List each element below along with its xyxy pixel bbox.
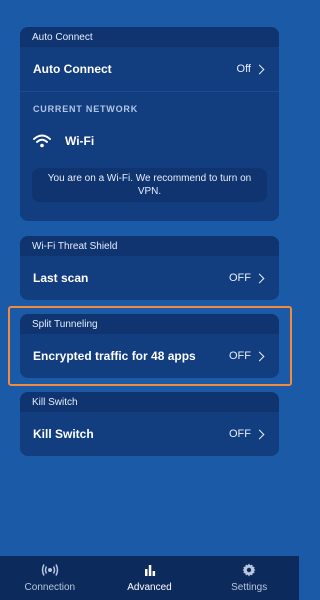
card-header: Kill Switch: [20, 392, 279, 412]
chevron-right-icon: [254, 64, 265, 74]
vpn-notice: You are on a Wi-Fi. We recommend to turn…: [32, 168, 267, 202]
kill-switch-row[interactable]: Kill Switch OFF: [20, 412, 279, 456]
nav-label: Settings: [231, 582, 268, 593]
nav-label: Connection: [24, 582, 76, 593]
card-header: Split Tunneling: [20, 314, 279, 334]
card-header: Auto Connect: [20, 27, 279, 47]
row-value: OFF: [229, 428, 265, 440]
bottom-nav: Connection Advanced Settings: [0, 556, 299, 600]
card-header: Wi-Fi Threat Shield: [20, 236, 279, 256]
chevron-right-icon: [254, 351, 265, 361]
split-tunneling-row[interactable]: Encrypted traffic for 48 apps OFF: [20, 334, 279, 378]
row-label: Last scan: [33, 271, 89, 285]
broadcast-icon: [41, 564, 59, 576]
current-network-label: CURRENT NETWORK: [33, 104, 138, 114]
network-name: Wi-Fi: [65, 134, 95, 148]
chevron-right-icon: [254, 273, 265, 283]
auto-connect-row[interactable]: Auto Connect Off: [20, 47, 279, 91]
gear-icon: [242, 563, 256, 577]
nav-settings[interactable]: Settings: [199, 556, 299, 600]
nav-connection[interactable]: Connection: [0, 556, 100, 600]
threat-shield-card: Wi-Fi Threat Shield Last scan OFF: [20, 236, 279, 300]
last-scan-row[interactable]: Last scan OFF: [20, 256, 279, 300]
row-label: Encrypted traffic for 48 apps: [33, 349, 196, 363]
wifi-icon: [33, 134, 51, 148]
nav-label: Advanced: [127, 582, 172, 593]
chevron-right-icon: [254, 429, 265, 439]
bar-chart-icon: [144, 565, 155, 576]
auto-connect-card: Auto Connect Auto Connect Off CURRENT NE…: [20, 27, 279, 221]
kill-switch-card: Kill Switch Kill Switch OFF: [20, 392, 279, 456]
split-tunneling-card: Split Tunneling Encrypted traffic for 48…: [20, 314, 279, 378]
row-label: Kill Switch: [33, 427, 94, 441]
row-value: OFF: [229, 272, 265, 284]
row-label: Auto Connect: [33, 62, 112, 76]
nav-advanced[interactable]: Advanced: [100, 556, 200, 600]
row-value: OFF: [229, 350, 265, 362]
network-row: Wi-Fi: [20, 124, 279, 158]
row-value: Off: [237, 63, 265, 75]
